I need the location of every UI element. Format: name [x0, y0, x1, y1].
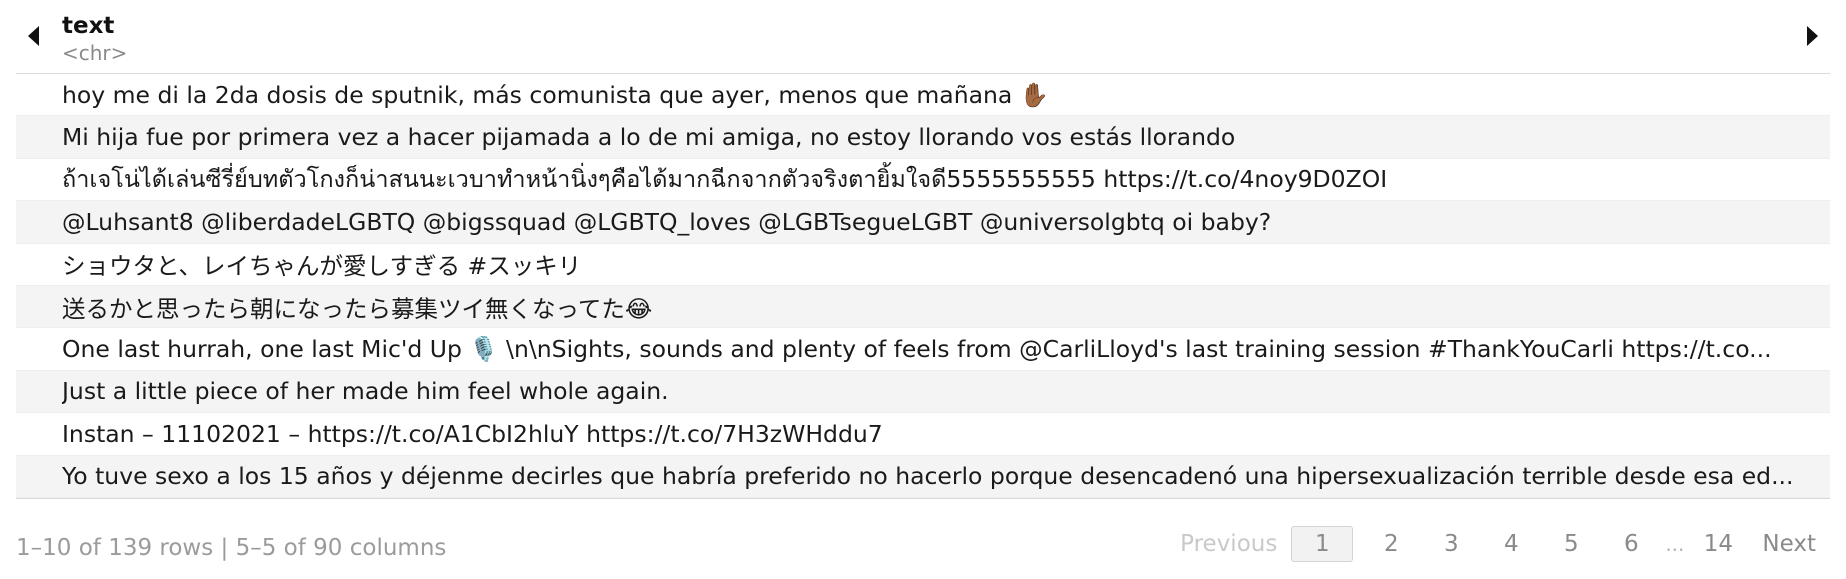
data-table: text <chr> hoy me di la 2da dosis de spu…: [16, 0, 1830, 579]
table-body: hoy me di la 2da dosis de sputnik, más c…: [16, 74, 1830, 498]
cell-text: One last hurrah, one last Mic'd Up 🎙️ \n…: [62, 335, 1772, 364]
triangle-right-icon[interactable]: [1807, 26, 1818, 46]
cell-text: ショウタと、レイちゃんが愛しすぎる #スッキリ: [62, 252, 582, 281]
table-row: 送るかと思ったら朝になったら募集ツイ無くなってた😂: [16, 285, 1830, 329]
next-button[interactable]: Next: [1748, 531, 1830, 557]
previous-button[interactable]: Previous: [1166, 531, 1291, 557]
page-button-2[interactable]: 2: [1361, 531, 1421, 557]
page-button-4[interactable]: 4: [1481, 531, 1541, 557]
cell-text: @Luhsant8 @liberdadeLGBTQ @bigssquad @LG…: [62, 207, 1272, 236]
cell-text: hoy me di la 2da dosis de sputnik, más c…: [62, 80, 1050, 109]
cell-text: Mi hija fue por primera vez a hacer pija…: [62, 123, 1236, 152]
page-button-1[interactable]: 1: [1291, 525, 1354, 562]
table-row: Yo tuve sexo a los 15 años y déjenme dec…: [16, 455, 1830, 498]
table-row: Just a little piece of her made him feel…: [16, 370, 1830, 414]
cell-text: 送るかと思ったら朝になったら募集ツイ無くなってた😂: [62, 294, 653, 323]
table-row: ถ้าเจโน่ได้เล่นซีรี่ย์บทตัวโกงก็น่าสนนะเ…: [16, 159, 1830, 202]
cell-text: Just a little piece of her made him feel…: [62, 377, 669, 406]
pagination-ellipsis: ...: [1665, 531, 1685, 556]
column-name: text: [62, 13, 115, 39]
table-row: @Luhsant8 @liberdadeLGBTQ @bigssquad @LG…: [16, 201, 1830, 244]
cell-text: Instan – 11102021 – https://t.co/A1CbI2h…: [62, 419, 883, 448]
cell-text: Yo tuve sexo a los 15 años y déjenme dec…: [62, 462, 1794, 491]
table-row: One last hurrah, one last Mic'd Up 🎙️ \n…: [16, 328, 1830, 371]
page-button-14[interactable]: 14: [1688, 531, 1748, 557]
page-button-3[interactable]: 3: [1421, 531, 1481, 557]
column-type: <chr>: [62, 41, 128, 65]
cell-text: ถ้าเจโน่ได้เล่นซีรี่ย์บทตัวโกงก็น่าสนนะเ…: [62, 164, 1388, 193]
table-row: ショウタと、レイちゃんが愛しすぎる #スッキリ: [16, 244, 1830, 286]
pagination: Previous 1 2 3 4 5 6 ... 14 Next: [1166, 525, 1830, 563]
table-header: text <chr>: [16, 0, 1830, 74]
triangle-left-icon[interactable]: [28, 26, 39, 46]
row-count-info: 1–10 of 139 rows | 5–5 of 90 columns: [16, 534, 447, 561]
column-header: text <chr>: [62, 12, 127, 66]
table-row: hoy me di la 2da dosis de sputnik, más c…: [16, 74, 1830, 117]
table-row: Instan – 11102021 – https://t.co/A1CbI2h…: [16, 413, 1830, 456]
page-button-6[interactable]: 6: [1601, 531, 1661, 557]
table-row: Mi hija fue por primera vez a hacer pija…: [16, 116, 1830, 159]
page-button-5[interactable]: 5: [1541, 531, 1601, 557]
table-footer: 1–10 of 139 rows | 5–5 of 90 columns Pre…: [16, 499, 1830, 579]
